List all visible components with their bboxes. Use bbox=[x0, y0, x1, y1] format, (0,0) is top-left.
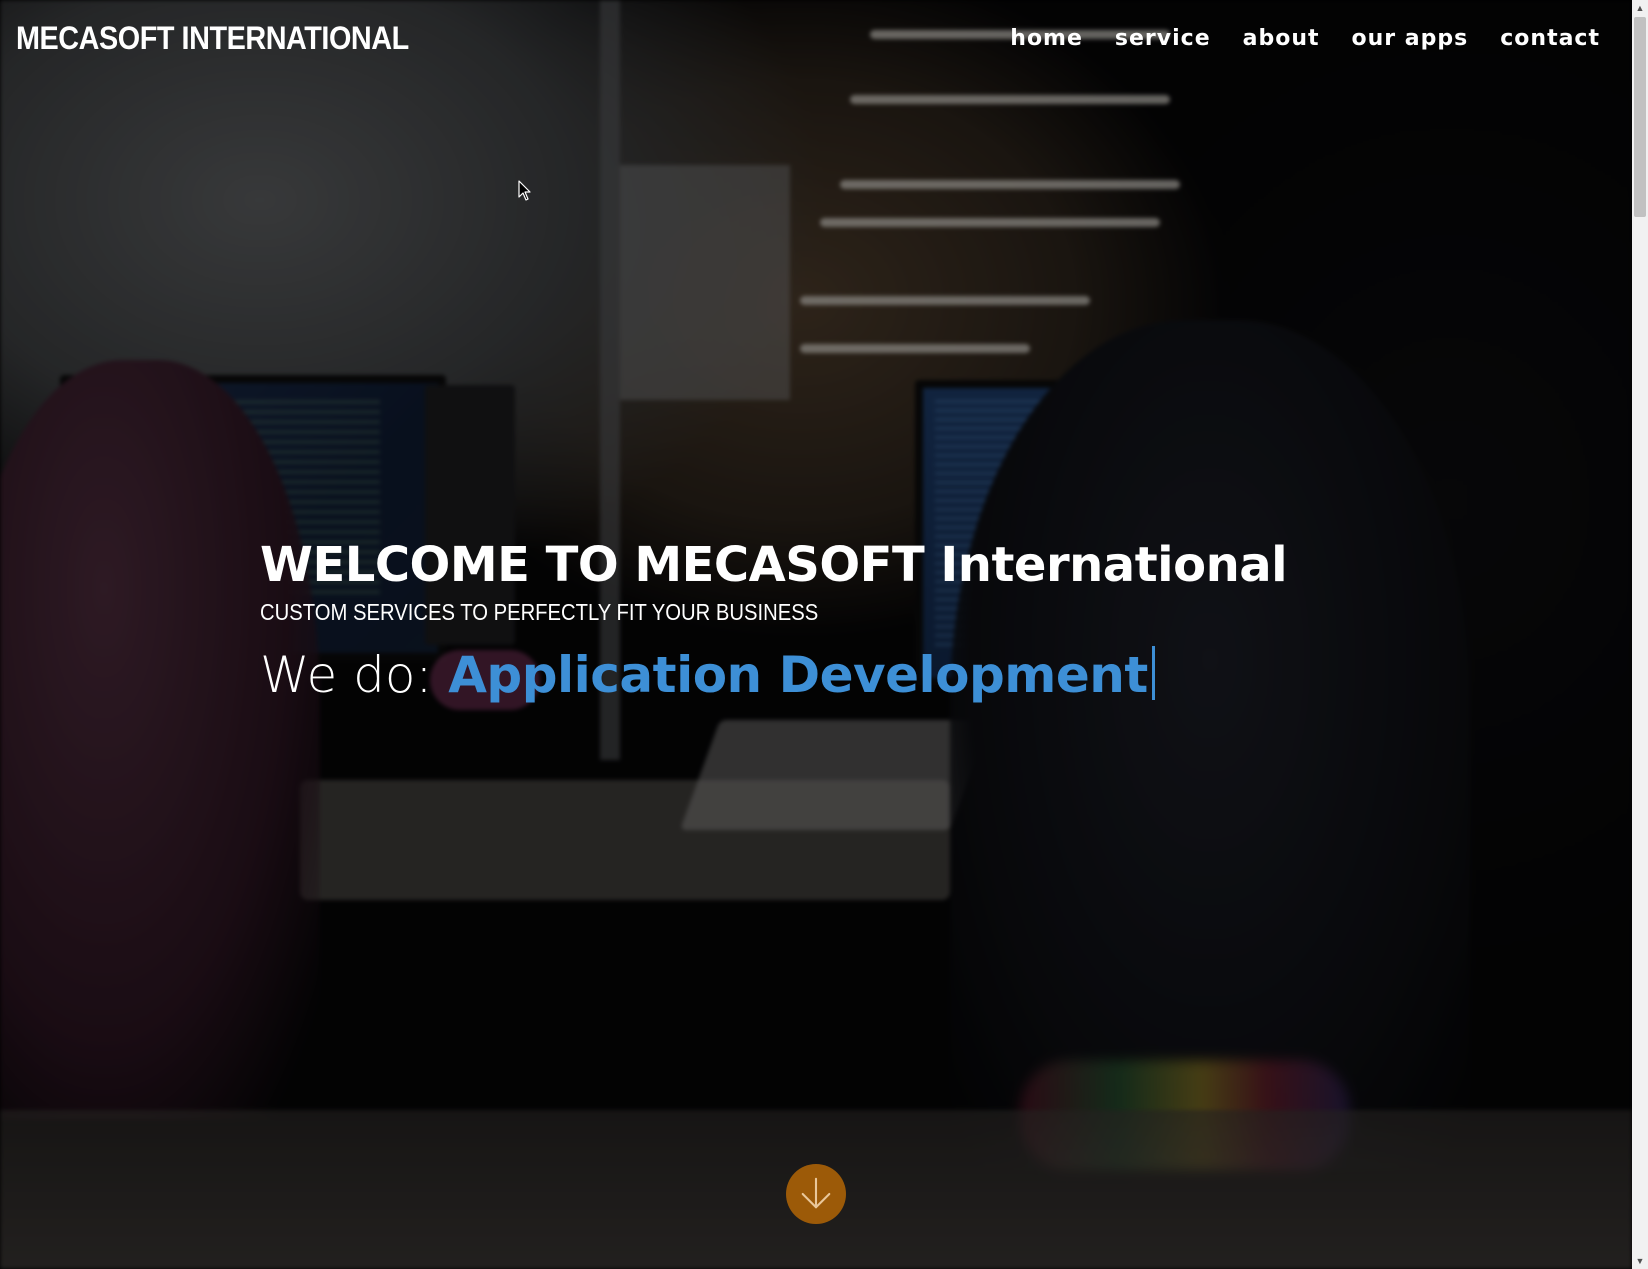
nav-item-home: home bbox=[1010, 26, 1083, 51]
nav-item-service: service bbox=[1115, 26, 1211, 51]
brand-logo-link[interactable]: MECASOFT INTERNATIONAL bbox=[16, 20, 409, 57]
navbar: MECASOFT INTERNATIONAL home service abou… bbox=[0, 0, 1632, 82]
scrollbar-thumb[interactable] bbox=[1634, 17, 1646, 217]
hero-title: WELCOME TO MECASOFT International bbox=[260, 537, 1288, 593]
hero-section: WELCOME TO MECASOFT International CUSTOM… bbox=[260, 535, 1460, 707]
nav-item-contact: contact bbox=[1500, 26, 1600, 51]
typed-prefix: We do: bbox=[260, 646, 449, 704]
page: MECASOFT INTERNATIONAL home service abou… bbox=[0, 0, 1648, 1269]
nav-menu: home service about our apps contact bbox=[1010, 26, 1600, 51]
typed-word: Application Development bbox=[448, 646, 1148, 704]
nav-item-about: about bbox=[1243, 26, 1320, 51]
scroll-up-arrow-icon[interactable]: ▲ bbox=[1632, 0, 1648, 16]
nav-link-our-apps[interactable]: our apps bbox=[1352, 26, 1469, 51]
arrow-down-icon bbox=[801, 1177, 831, 1209]
hero-subtitle: CUSTOM SERVICES TO PERFECTLY FIT YOUR BU… bbox=[260, 599, 819, 625]
nav-link-contact[interactable]: contact bbox=[1500, 26, 1600, 51]
hero-typed-line: We do: Application Development bbox=[260, 643, 1460, 707]
nav-link-about[interactable]: about bbox=[1243, 26, 1320, 51]
typed-cursor bbox=[1151, 646, 1155, 700]
scroll-down-arrow-icon[interactable]: ▼ bbox=[1632, 1253, 1648, 1269]
vertical-scrollbar[interactable]: ▲ ▼ bbox=[1632, 0, 1648, 1269]
nav-link-home[interactable]: home bbox=[1010, 26, 1083, 51]
mouse-pointer-icon bbox=[518, 180, 531, 201]
scroll-down-button[interactable] bbox=[786, 1164, 846, 1224]
nav-link-service[interactable]: service bbox=[1115, 26, 1211, 51]
nav-item-our-apps: our apps bbox=[1352, 26, 1469, 51]
